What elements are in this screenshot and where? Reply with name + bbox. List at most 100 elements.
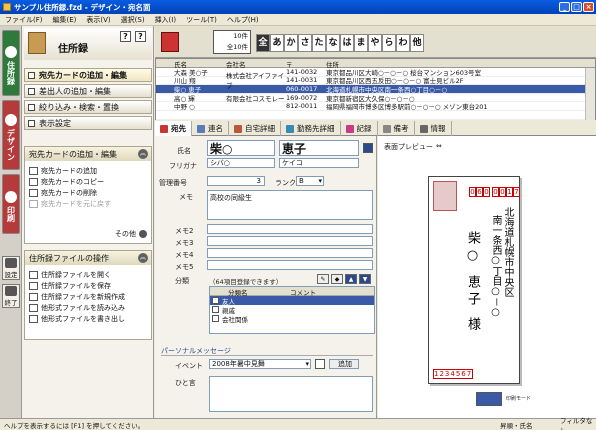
kana-na[interactable]: な [326,34,340,52]
kana-ya[interactable]: や [368,34,382,52]
nav-display-settings[interactable]: 表示設定 [24,116,152,130]
undo-card-link[interactable]: 宛先カードを元に戻す [25,198,151,209]
kana-wa[interactable]: わ [396,34,410,52]
status-help: ヘルプを表示するには [F1] を押してください。 [4,421,145,430]
recipient-form: 氏名 柴○ 恵子 フリガナ シバ○ ケイコ 管理番号 3 ランク B ▾ メモ 高… [155,136,377,418]
list-scrollbar[interactable] [585,68,595,120]
tab-address-book[interactable]: 住所録 [2,30,20,96]
kana-ka[interactable]: か [284,34,298,52]
nav-sender[interactable]: 差出人の追加・編集 [24,84,152,98]
memo4-field[interactable] [207,248,373,258]
event-add-button[interactable]: 追加 [329,359,359,369]
menu-tools[interactable]: ツール(T) [181,15,222,25]
event-settings-button[interactable] [315,359,325,369]
tab-work-details[interactable]: 勤務先詳細 [281,121,341,136]
kana-ha[interactable]: は [340,34,354,52]
window-title: サンプル住所録.fzd - デザイン・宛名面 [14,2,151,12]
postal-code-boxes: 060 0017 [469,187,520,197]
menu-help[interactable]: ヘルプ(H) [222,15,264,25]
status-bar: ヘルプを表示するには [F1] を押してください。 昇順・氏名 フィルタなし [0,416,596,430]
more-link[interactable]: その他 [25,227,151,241]
postcard: 060 0017 北海道札幌市中央区 南一条西○丁目○－○ 柴○ 恵子 様 12… [428,176,520,384]
address-card-icon [161,32,179,52]
swap-icon[interactable]: ⇔ [436,142,442,150]
collapse-icon[interactable]: ︽ [138,253,148,263]
tab-notes[interactable]: 備考 [378,121,415,136]
settings-button[interactable]: 設定 [2,256,20,280]
display-icon [28,120,35,127]
gear-icon [5,258,17,268]
memo-field[interactable]: 高校の同級生 [207,190,373,220]
tab-home-details[interactable]: 自宅詳細 [229,121,281,136]
close-button[interactable]: × [583,2,594,12]
furigana-first-field[interactable]: ケイコ [279,158,359,168]
memo2-field[interactable] [207,224,373,234]
mgmt-number-field[interactable]: 3 [207,176,265,186]
kana-a[interactable]: あ [270,34,284,52]
new-file-link[interactable]: 住所録ファイルを新規作成 [25,291,151,302]
status-filter: フィルタなし [560,416,593,430]
menu-insert[interactable]: 挿入(I) [150,15,182,25]
maximize-button[interactable]: □ [571,2,582,12]
tab-design[interactable]: デザイン [2,100,20,170]
category-row[interactable]: 会社関係 [210,314,374,324]
copy-card-link[interactable]: 宛先カードのコピー [25,176,151,187]
kana-ra[interactable]: ら [382,34,396,52]
tab-record[interactable]: 記録 [341,121,378,136]
category-edit-button[interactable]: ✎ [317,274,329,284]
import-file-link[interactable]: 他形式ファイルを読み込み [25,302,151,313]
menu-file[interactable]: ファイル(F) [0,15,48,25]
new-file-icon [29,292,38,301]
menu-view[interactable]: 表示(V) [81,15,115,25]
help-icon-2[interactable]: ? [135,31,146,42]
tab-info[interactable]: 情報 [415,121,452,136]
save-file-link[interactable]: 住所録ファイルを保存 [25,280,151,291]
list-row[interactable]: 中野 ○ 812-0011 福岡県福岡市博多区博多駅前○－○－○ メゾン東台201 [156,102,595,111]
help-icon[interactable]: ? [120,31,131,42]
rank-select[interactable]: B ▾ [296,176,324,186]
first-name-field[interactable]: 恵子 [279,140,359,156]
move-down-button[interactable]: ▼ [359,274,371,284]
category-checkbox[interactable]: ✓ [212,297,219,304]
kana-ma[interactable]: ま [354,34,368,52]
menu-bar: ファイル(F) 編集(E) 表示(V) 選択(S) 挿入(I) ツール(T) ヘ… [0,14,596,26]
tab-recipient[interactable]: 宛先 [155,121,192,136]
nav-add-edit-card[interactable]: 宛先カードの追加・編集 [24,68,152,82]
last-name-field[interactable]: 柴○ [207,140,275,156]
menu-edit[interactable]: 編集(E) [48,15,82,25]
search-icon [28,104,35,111]
event-select[interactable]: 2008年暑中見舞 ▾ [209,359,311,369]
minimize-button[interactable]: _ [559,2,570,12]
add-card-link[interactable]: 宛先カードの追加 [25,165,151,176]
sender-icon [28,88,35,95]
file-ops-panel-header[interactable]: 住所録ファイルの操作 ︽ [25,251,151,265]
category-hint: （64項目登録できます） [209,278,283,286]
kana-ta[interactable]: た [312,34,326,52]
tab-joint-name[interactable]: 連名 [192,121,229,136]
print-mode-button[interactable] [476,392,502,406]
task-pane-title: 住所録 [58,44,88,55]
kana-sa[interactable]: さ [298,34,312,52]
kana-other[interactable]: 他 [410,34,424,52]
furigana-last-field[interactable]: シバ○ [207,158,275,168]
menu-select[interactable]: 選択(S) [116,15,150,25]
memo3-label: メモ3 [175,239,194,247]
address-book-button[interactable] [363,143,373,153]
hitokoto-field[interactable] [209,376,373,412]
export-file-link[interactable]: 他形式ファイルを書き出し [25,313,151,324]
open-file-link[interactable]: 住所録ファイルを開く [25,269,151,280]
category-checkbox[interactable] [212,306,219,313]
category-tag-button[interactable]: ◆ [331,274,343,284]
collapse-icon[interactable]: ︽ [138,149,148,159]
delete-card-link[interactable]: 宛先カードの削除 [25,187,151,198]
list-row[interactable] [156,111,595,120]
memo3-field[interactable] [207,236,373,246]
kana-all[interactable]: 全 [256,34,270,52]
category-checkbox[interactable] [212,315,219,322]
memo5-field[interactable] [207,260,373,270]
nav-search[interactable]: 絞り込み・検索・置換 [24,100,152,114]
exit-button[interactable]: 終了 [2,284,20,308]
tab-print[interactable]: 印刷 [2,174,20,234]
move-up-button[interactable]: ▲ [345,274,357,284]
card-edit-panel-header[interactable]: 宛先カードの追加・編集 ︽ [25,147,151,161]
